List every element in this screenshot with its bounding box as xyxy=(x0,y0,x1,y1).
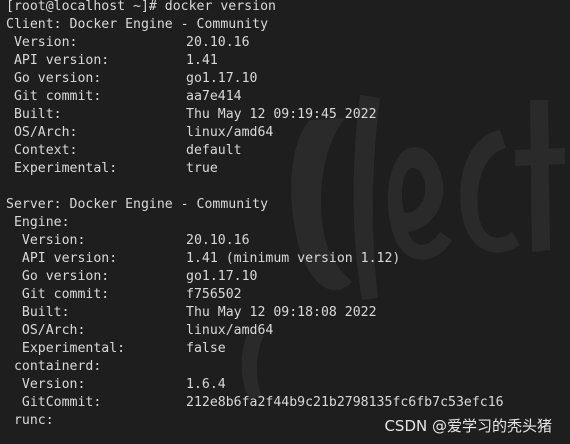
terminal-line: Server: Docker Engine - Community xyxy=(6,196,276,214)
section-header: Client: Docker Engine - Community xyxy=(6,17,269,32)
terminal-output[interactable]: [root@localhost ~]# docker version Clien… xyxy=(6,0,504,430)
field-value: 1.41 (minimum version 1.12) xyxy=(186,251,401,266)
field-value: linux/amd64 xyxy=(186,125,274,140)
field-value: 20.10.16 xyxy=(186,233,250,248)
section-header: Server: Docker Engine - Community xyxy=(6,197,269,212)
csdn-watermark: CSDN @爱学习的秃头猪 xyxy=(384,417,552,435)
terminal-line: OS/Arch: linux/amd64 xyxy=(6,322,276,340)
field-label: API version: xyxy=(6,53,110,68)
terminal-line: GitCommit: 212e8b6fa2f44b9c21b2798135fc6f… xyxy=(6,394,504,412)
terminal-line: Experimental: true xyxy=(6,160,276,178)
field-label: Version: xyxy=(6,377,86,392)
terminal-line: Experimental: false xyxy=(6,340,276,358)
terminal-line: OS/Arch: linux/amd64 xyxy=(6,124,276,142)
field-label: Go version: xyxy=(6,71,102,86)
field-value: 20.10.16 xyxy=(186,35,250,50)
terminal-line: runc: xyxy=(6,412,276,430)
terminal-line: API version: 1.41 xyxy=(6,52,276,70)
field-label: Version: xyxy=(6,35,78,50)
field-value: 212e8b6fa2f44b9c21b2798135fc6fb7c53efc16 xyxy=(186,395,504,410)
field-label: Built: xyxy=(6,107,62,122)
subsection-header: containerd: xyxy=(6,359,102,374)
field-value: f756502 xyxy=(186,287,242,302)
field-label: Version: xyxy=(6,233,86,248)
field-value: true xyxy=(186,161,218,176)
terminal-line: Client: Docker Engine - Community xyxy=(6,16,276,34)
field-value: Thu May 12 09:18:08 2022 xyxy=(186,305,377,320)
terminal-line: Version: 1.6.4 xyxy=(6,376,276,394)
field-label: OS/Arch: xyxy=(6,125,78,140)
field-label: Experimental: xyxy=(6,341,126,356)
terminal-line: Git commit: f756502 xyxy=(6,286,276,304)
terminal-line: API version: 1.41 (minimum version 1.12) xyxy=(6,250,401,268)
terminal-line: [root@localhost ~]# docker version xyxy=(6,0,276,16)
field-label: API version: xyxy=(6,251,118,266)
field-value: linux/amd64 xyxy=(186,323,274,338)
terminal-line: Built: Thu May 12 09:19:45 2022 xyxy=(6,106,377,124)
field-label: OS/Arch: xyxy=(6,323,86,338)
terminal-line: Engine: xyxy=(6,214,276,232)
subsection-header: Engine: xyxy=(6,215,70,230)
field-value: false xyxy=(186,341,226,356)
field-label: Git commit: xyxy=(6,287,110,302)
terminal-line: containerd: xyxy=(6,358,276,376)
field-value: aa7e414 xyxy=(186,89,242,104)
field-value: go1.17.10 xyxy=(186,269,258,284)
terminal-line: Go version: go1.17.10 xyxy=(6,268,276,286)
field-value: go1.17.10 xyxy=(186,71,258,86)
terminal-line: Go version: go1.17.10 xyxy=(6,70,276,88)
field-label: Built: xyxy=(6,305,70,320)
field-value: 1.6.4 xyxy=(186,377,226,392)
field-value: Thu May 12 09:19:45 2022 xyxy=(186,107,377,122)
field-label: Git commit: xyxy=(6,89,102,104)
terminal-window[interactable]: [root@localhost ~]# docker version Clien… xyxy=(0,0,570,444)
field-value: 1.41 xyxy=(186,53,218,68)
terminal-line: Git commit: aa7e414 xyxy=(6,88,276,106)
field-label: Experimental: xyxy=(6,161,118,176)
terminal-line: Version: 20.10.16 xyxy=(6,34,276,52)
terminal-line: Built: Thu May 12 09:18:08 2022 xyxy=(6,304,377,322)
subsection-header: runc: xyxy=(6,413,54,428)
field-label: Go version: xyxy=(6,269,110,284)
field-label: GitCommit: xyxy=(6,395,102,410)
prompt-command: [root@localhost ~]# docker version xyxy=(6,0,276,14)
terminal-line: Version: 20.10.16 xyxy=(6,232,276,250)
field-label: Context: xyxy=(6,143,78,158)
terminal-line: Context: default xyxy=(6,142,276,160)
field-value: default xyxy=(186,143,242,158)
